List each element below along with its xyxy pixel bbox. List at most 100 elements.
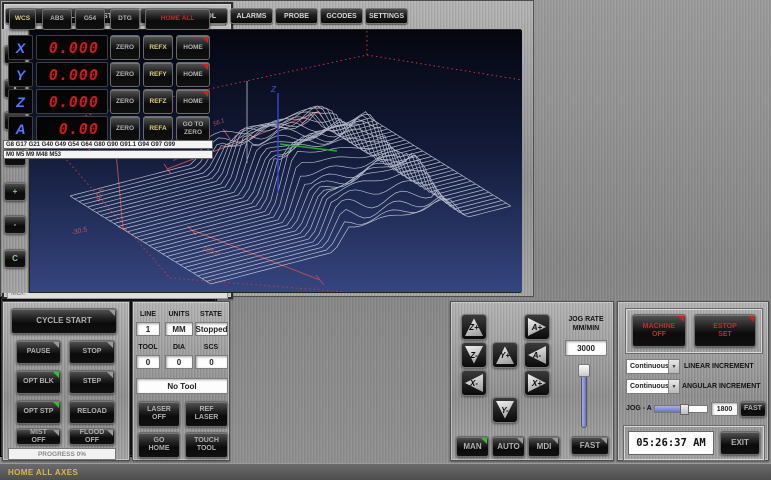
g54-button[interactable]: G54	[75, 8, 105, 30]
scs-label: SCS	[195, 344, 227, 352]
jog-x-plus-button[interactable]: X+	[524, 370, 550, 396]
ref-z-button[interactable]: REFZ	[143, 89, 173, 114]
home-y-button[interactable]: HOME	[176, 62, 210, 87]
dro-value-y: 0.000	[36, 62, 108, 87]
jog-x-minus-button[interactable]: X-	[461, 370, 487, 396]
flood-button[interactable]: FLOOD OFF	[69, 428, 115, 445]
jog-a-minus-button[interactable]: A-	[524, 342, 550, 368]
zero-z-button[interactable]: ZERO	[110, 89, 140, 114]
units-label: UNITS	[165, 311, 193, 319]
zoom-in-button[interactable]: +	[4, 182, 26, 201]
auto-mode-button[interactable]: AUTO	[492, 436, 525, 457]
exit-button[interactable]: EXIT	[720, 431, 760, 455]
zoom-out-button[interactable]: -	[4, 215, 26, 234]
units-value: MM	[165, 322, 193, 336]
estop-set-button[interactable]: ESTOP SET	[694, 314, 756, 347]
jog-z-minus-button[interactable]: Z-	[461, 342, 487, 368]
abs-button[interactable]: ABS	[42, 8, 72, 30]
dia-value: 0	[165, 355, 193, 369]
progress-bar: PROGRESS 0%	[8, 448, 116, 460]
angular-increment-label: ANGULAR INCREMENT	[682, 383, 768, 391]
jog-y-plus-button[interactable]: Y+	[492, 342, 518, 368]
dtg-button[interactable]: DTG	[110, 8, 140, 30]
line-value: 1	[136, 322, 160, 336]
jog-rate-slider[interactable]	[579, 366, 589, 428]
mist-button[interactable]: MIST OFF	[16, 428, 61, 445]
machine-off-button[interactable]: MACHINE OFF	[632, 314, 686, 347]
jog-y-minus-button[interactable]: Y-	[492, 397, 518, 423]
tab-alarms[interactable]: ALARMS	[230, 8, 273, 24]
axis-letter-z: Z	[8, 89, 33, 114]
stop-button[interactable]: STOP	[69, 340, 115, 364]
ref-x-button[interactable]: REFX	[143, 35, 173, 60]
dia-label: DIA	[165, 344, 193, 352]
tab-settings[interactable]: SETTINGS	[365, 8, 408, 24]
man-mode-button[interactable]: MAN	[456, 436, 489, 457]
slider-handle[interactable]	[680, 404, 689, 415]
tool-description: No Tool	[136, 378, 228, 394]
zero-a-button[interactable]: ZERO	[110, 116, 140, 141]
home-all-button[interactable]: HOME ALL	[145, 8, 210, 30]
cnc-application: { "gcode_panel": { "title": "3D_Chips.ng…	[0, 0, 771, 480]
ref-a-button[interactable]: REFA	[143, 116, 173, 141]
chevron-down-icon[interactable]: ▼	[668, 360, 679, 373]
jog-z-plus-button[interactable]: Z+	[461, 314, 487, 340]
state-label: STATE	[195, 311, 227, 319]
ref-laser-button[interactable]: REF LASER	[185, 401, 228, 427]
step-button[interactable]: STEP	[69, 370, 115, 394]
linear-increment-select[interactable]: Continuous ▼	[626, 359, 680, 374]
active-gcodes: G8 G17 G21 G40 G49 G54 G64 G80 G90 G91.1…	[3, 140, 213, 149]
axis-letter-y: Y	[8, 62, 33, 87]
jog-a-plus-button[interactable]: A+	[524, 314, 550, 340]
angular-increment-value: Continuous	[630, 383, 669, 390]
linear-increment-label: LINEAR INCREMENT	[684, 363, 766, 371]
zero-x-button[interactable]: ZERO	[110, 35, 140, 60]
chevron-down-icon[interactable]: ▼	[668, 380, 679, 393]
jog-fast-button[interactable]: FAST	[571, 436, 609, 455]
jog-rate-label: JOG RATE MM/MIN	[561, 315, 611, 333]
slider-handle[interactable]	[578, 364, 590, 377]
wcs-dropdown-button[interactable]: WCS	[9, 8, 36, 30]
line-label: LINE	[137, 311, 159, 319]
optional-stop-button[interactable]: OPT STP	[16, 400, 61, 424]
active-mcodes: M0 M5 M9 M48 M53	[3, 150, 213, 159]
touch-tool-button[interactable]: TOUCH TOOL	[185, 432, 228, 458]
jog-a-value[interactable]: 1800	[711, 402, 738, 416]
reload-button[interactable]: RELOAD	[69, 400, 115, 424]
dro-value-x: 0.000	[36, 35, 108, 60]
home-x-button[interactable]: HOME	[176, 35, 210, 60]
go-home-button[interactable]: GO HOME	[138, 432, 180, 458]
status-bar: HOME ALL AXES	[0, 463, 771, 480]
tab-probe[interactable]: PROBE	[275, 8, 318, 24]
pause-button[interactable]: PAUSE	[16, 340, 61, 364]
laser-button[interactable]: LASER OFF	[138, 401, 180, 427]
tab-gcodes[interactable]: GCODES	[320, 8, 363, 24]
jog-a-label: JOG - A	[626, 405, 654, 413]
machine-status-panel: LINE UNITS STATE 1 MM Stopped TOOL DIA S…	[132, 301, 230, 461]
dro-value-z: 0.000	[36, 89, 108, 114]
run-control-panel: CYCLE START PAUSE STOP OPT BLK STEP OPT …	[2, 301, 130, 461]
state-value: Stopped	[195, 322, 228, 336]
zero-y-button[interactable]: ZERO	[110, 62, 140, 87]
home-z-button[interactable]: HOME	[176, 89, 210, 114]
jog-rate-value[interactable]: 3000	[565, 340, 607, 356]
linear-increment-value: Continuous	[630, 363, 669, 370]
jog-a-slider[interactable]	[654, 405, 708, 413]
ref-y-button[interactable]: REFY	[143, 62, 173, 87]
mdi-mode-button[interactable]: MDI	[528, 436, 560, 457]
angular-increment-select[interactable]: Continuous ▼	[626, 379, 680, 394]
machine-misc-panel: MACHINE OFF ESTOP SET Continuous ▼ LINEA…	[617, 301, 769, 461]
clock-display: 05:26:37 AM	[628, 431, 714, 455]
optional-block-button[interactable]: OPT BLK	[16, 370, 61, 394]
jog-a-fast-button[interactable]: FAST	[740, 401, 766, 417]
clear-view-button[interactable]: C	[4, 249, 26, 268]
dro-value-a: 0.00	[36, 116, 108, 141]
go-to-zero-button[interactable]: GO TO ZERO	[176, 116, 210, 141]
scs-value: 0	[195, 355, 228, 369]
axis-letter-a: A	[8, 116, 33, 141]
axis-letter-x: X	[8, 35, 33, 60]
cycle-start-button[interactable]: CYCLE START	[11, 308, 117, 334]
status-message: HOME ALL AXES	[8, 468, 78, 477]
jog-panel: Z+ A+ Z- Y+ A- X- X+ Y- JOG RATE MM/MIN …	[450, 301, 614, 461]
tool-value: 0	[136, 355, 160, 369]
